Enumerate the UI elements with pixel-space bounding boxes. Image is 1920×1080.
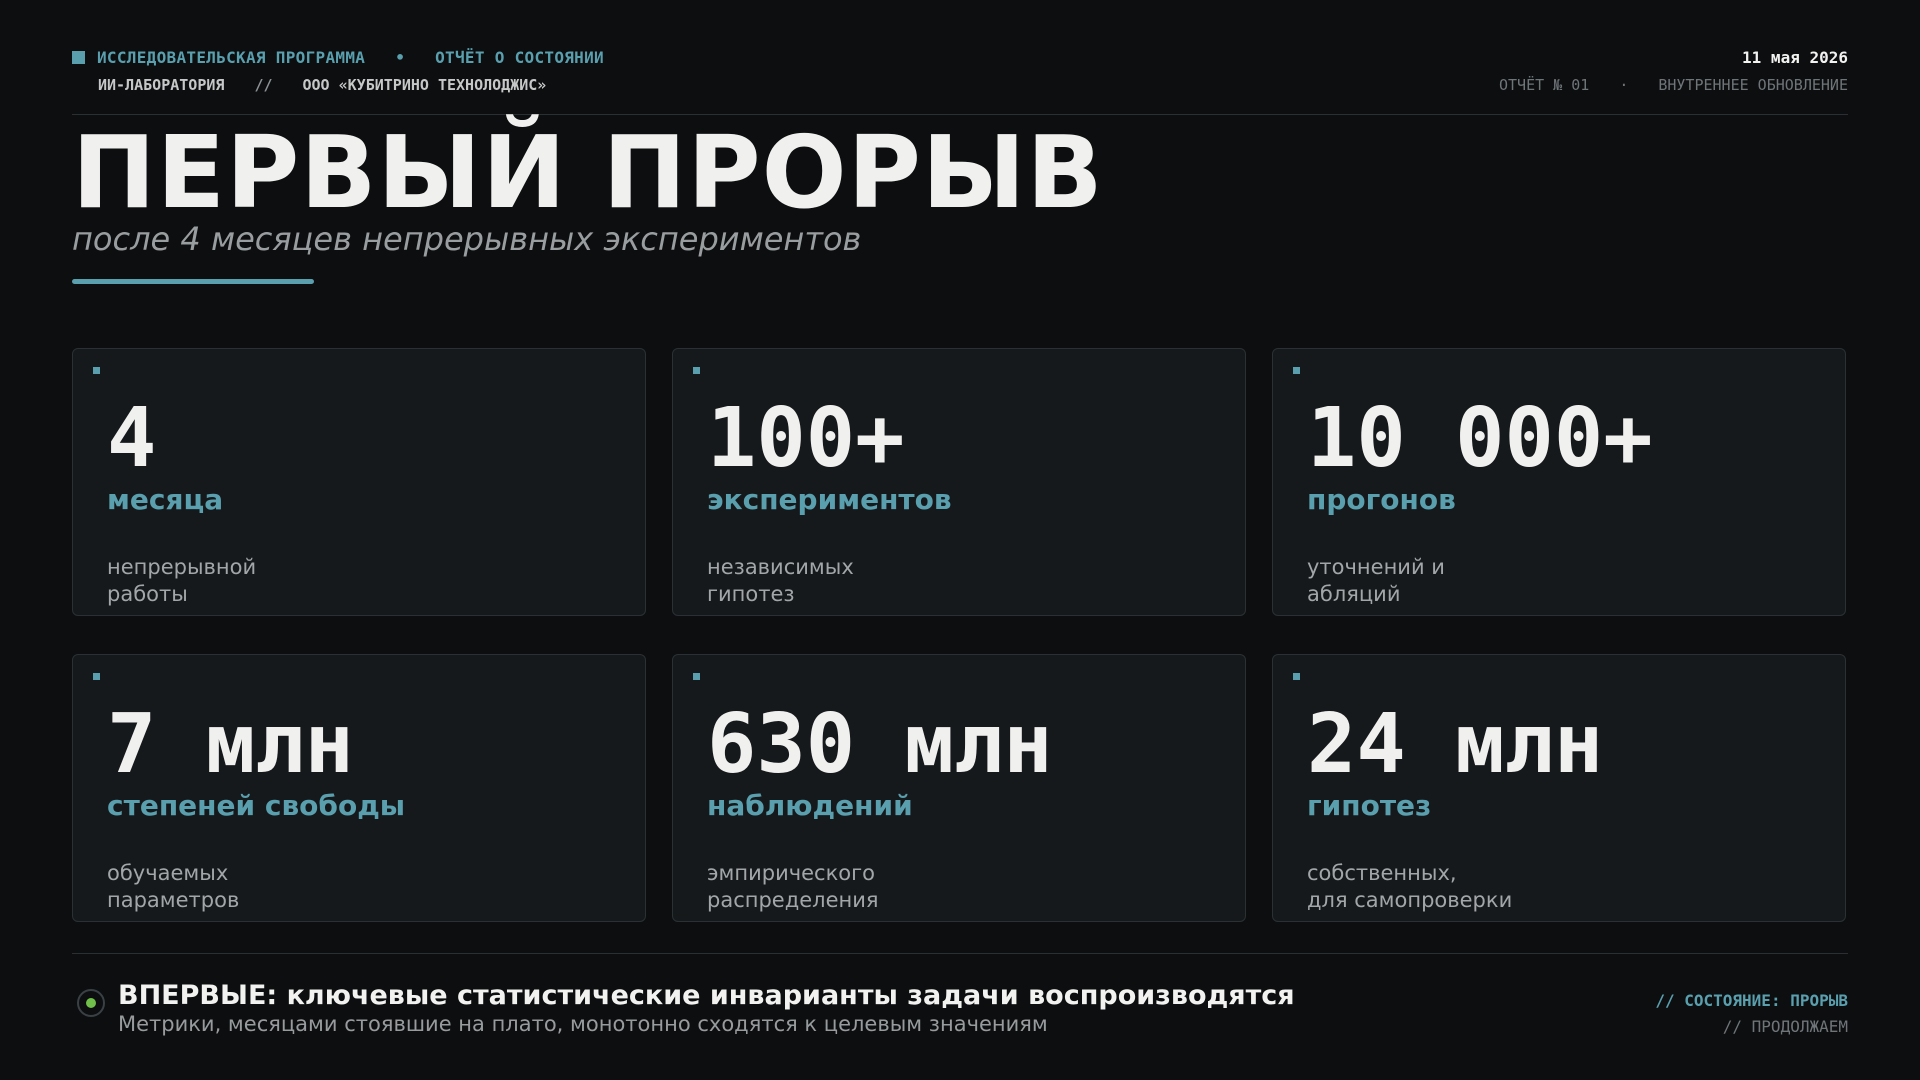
page-subtitle: после 4 месяцев непрерывных эксперименто… bbox=[72, 220, 862, 258]
stat-description-line: собственных, bbox=[1307, 861, 1457, 885]
corner-marker-icon bbox=[93, 367, 100, 374]
corner-marker-icon bbox=[693, 673, 700, 680]
stat-value: 4 bbox=[107, 391, 157, 486]
stat-card-months: 4 месяца непрерывной работы bbox=[72, 348, 646, 616]
stat-value: 7 млн bbox=[107, 697, 354, 792]
accent-underline bbox=[72, 279, 314, 284]
report-date: 11 мая 2026 bbox=[1742, 48, 1848, 67]
stat-card-hypotheses: 24 млн гипотез собственных, для самопров… bbox=[1272, 654, 1846, 922]
corner-marker-icon bbox=[93, 673, 100, 680]
header-program-line: ИССЛЕДОВАТЕЛЬСКАЯ ПРОГРАММА • ОТЧЁТ О СО… bbox=[72, 48, 604, 67]
stat-description-line: гипотез bbox=[707, 582, 795, 606]
footer-headline: ВПЕРВЫЕ: ключевые статистические инвариа… bbox=[118, 980, 1295, 1011]
header-org-line: ИИ-ЛАБОРАТОРИЯ // ООО «КУБИТРИНО ТЕХНОЛО… bbox=[98, 76, 546, 94]
stat-description-line: распределения bbox=[707, 888, 879, 912]
report-header: ИССЛЕДОВАТЕЛЬСКАЯ ПРОГРАММА • ОТЧЁТ О СО… bbox=[72, 46, 1848, 115]
status-label: // СОСТОЯНИЕ: ПРОРЫВ bbox=[1655, 991, 1848, 1010]
stat-unit: прогонов bbox=[1307, 483, 1456, 516]
header-meta-line: ОТЧЁТ № 01 · ВНУТРЕННЕЕ ОБНОВЛЕНИЕ bbox=[1499, 76, 1848, 94]
stat-description: непрерывной работы bbox=[107, 554, 256, 608]
bullet-separator: • bbox=[395, 48, 406, 67]
footer-divider bbox=[72, 953, 1848, 954]
stat-description-line: независимых bbox=[707, 555, 854, 579]
square-icon bbox=[72, 51, 85, 64]
corner-marker-icon bbox=[1293, 673, 1300, 680]
report-type-label: ОТЧЁТ О СОСТОЯНИИ bbox=[435, 48, 604, 67]
stat-description-line: обучаемых bbox=[107, 861, 229, 885]
stat-card-observations: 630 млн наблюдений эмпирического распред… bbox=[672, 654, 1246, 922]
report-number: ОТЧЁТ № 01 bbox=[1499, 76, 1590, 94]
dot-separator: · bbox=[1619, 76, 1629, 94]
update-type: ВНУТРЕННЕЕ ОБНОВЛЕНИЕ bbox=[1658, 76, 1848, 94]
stat-value: 24 млн bbox=[1307, 697, 1604, 792]
stat-description-line: эмпирического bbox=[707, 861, 876, 885]
stat-description: эмпирического распределения bbox=[707, 860, 879, 914]
stat-description-line: для самопроверки bbox=[1307, 888, 1513, 912]
stat-unit: месяца bbox=[107, 483, 224, 516]
company-label: ООО «КУБИТРИНО ТЕХНОЛОДЖИС» bbox=[302, 76, 547, 94]
stat-value: 100+ bbox=[707, 391, 905, 486]
stat-description-line: абляций bbox=[1307, 582, 1401, 606]
stat-description: уточнений и абляций bbox=[1307, 554, 1445, 608]
stat-description-line: параметров bbox=[107, 888, 240, 912]
stat-description: собственных, для самопроверки bbox=[1307, 860, 1512, 914]
corner-marker-icon bbox=[1293, 367, 1300, 374]
lab-label: ИИ-ЛАБОРАТОРИЯ bbox=[98, 76, 225, 94]
stat-unit: степеней свободы bbox=[107, 789, 406, 822]
slash-separator: // bbox=[254, 76, 273, 94]
stat-description: обучаемых параметров bbox=[107, 860, 239, 914]
stat-description-line: работы bbox=[107, 582, 188, 606]
footer-subline: Метрики, месяцами стоявшие на плато, мон… bbox=[118, 1012, 1048, 1036]
stat-unit: экспериментов bbox=[707, 483, 952, 516]
stat-description: независимых гипотез bbox=[707, 554, 854, 608]
stat-unit: гипотез bbox=[1307, 789, 1432, 822]
stat-card-runs: 10 000+ прогонов уточнений и абляций bbox=[1272, 348, 1846, 616]
corner-marker-icon bbox=[693, 367, 700, 374]
status-indicator-icon bbox=[77, 989, 105, 1017]
stat-card-experiments: 100+ экспериментов независимых гипотез bbox=[672, 348, 1246, 616]
stat-unit: наблюдений bbox=[707, 789, 913, 822]
stat-value: 10 000+ bbox=[1307, 391, 1653, 486]
program-label: ИССЛЕДОВАТЕЛЬСКАЯ ПРОГРАММА bbox=[97, 48, 366, 67]
stat-card-parameters: 7 млн степеней свободы обучаемых парамет… bbox=[72, 654, 646, 922]
continue-label: // ПРОДОЛЖАЕМ bbox=[1722, 1017, 1848, 1036]
stat-description-line: непрерывной bbox=[107, 555, 257, 579]
stat-description-line: уточнений и bbox=[1307, 555, 1445, 579]
page-title: ПЕРВЫЙ ПРОРЫВ bbox=[72, 114, 1104, 231]
stat-value: 630 млн bbox=[707, 697, 1053, 792]
